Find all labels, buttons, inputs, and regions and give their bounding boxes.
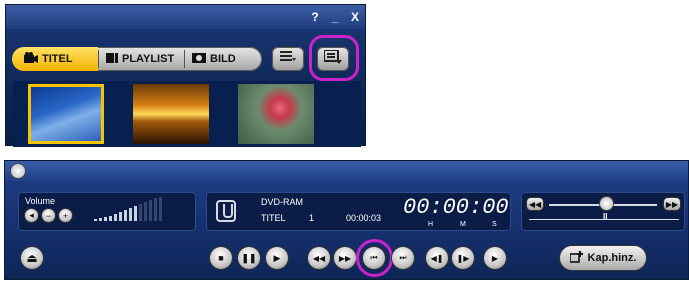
title-number: 1 [309, 213, 315, 223]
hours-label: H [428, 221, 434, 228]
seek-knob[interactable] [11, 164, 25, 178]
thumbnail-strip [13, 81, 361, 147]
slow-play-button[interactable]: ▶ [484, 247, 506, 269]
playback-controller: Volume ◂ − + DVD-RAM TITEL 1 00:00:03 00… [4, 160, 689, 280]
add-chapter-label: Kap.hinz. [587, 252, 637, 264]
pause-icon: ❚❚ [241, 252, 257, 263]
navigator-tabs: TITEL PLAYLIST BILD [12, 47, 262, 71]
tab-divider [98, 50, 99, 68]
next-chapter-button[interactable]: ⏭ [392, 247, 414, 269]
tab-bild[interactable]: BILD [186, 47, 262, 71]
minimize-button[interactable]: _ [326, 8, 344, 26]
picture-icon [192, 52, 206, 67]
stop-button[interactable]: ■ [210, 247, 232, 269]
menu-list-icon [280, 50, 296, 68]
thumbnail-3[interactable] [238, 84, 314, 144]
volume-panel: Volume ◂ − + [18, 192, 196, 231]
counter-time: 00:00:00 [403, 195, 509, 220]
step-forward-button[interactable]: ❚▶ [452, 247, 474, 269]
pause-mark: II [603, 212, 608, 221]
title-label: TITEL [261, 213, 286, 223]
edit-view-button[interactable] [317, 47, 349, 71]
pause-button[interactable]: ❚❚ [238, 247, 260, 269]
elapsed-time: 00:00:03 [346, 213, 382, 223]
fast-forward-icon: ▶▶ [665, 199, 679, 209]
add-chapter-icon [568, 250, 584, 266]
time-display: DVD-RAM TITEL 1 00:00:03 00:00:00 H M S [206, 192, 511, 231]
seconds-label: S [492, 221, 497, 228]
seek-bar[interactable] [5, 161, 688, 181]
volume-down-button[interactable]: − [42, 209, 55, 222]
step-back-icon: ◀❚ [430, 253, 444, 263]
speed-knob[interactable] [600, 197, 613, 210]
tab-divider [184, 50, 185, 68]
fast-forward-icon: ▶▶ [338, 253, 352, 263]
rewind-speed-button[interactable]: ◀◀ [527, 198, 543, 210]
forward-speed-button[interactable]: ▶▶ [664, 198, 680, 210]
navigator-title-bar: ? _ X [6, 5, 365, 29]
tab-titel[interactable]: TITEL [12, 47, 98, 71]
minutes-label: M [460, 221, 466, 228]
speed-panel: ◀◀ ▶▶ II [521, 192, 685, 231]
thumbnail-2[interactable] [133, 84, 209, 144]
disc-icon [216, 200, 236, 222]
play-button[interactable]: ▶ [266, 247, 288, 269]
eject-button[interactable]: ⏏ [21, 247, 43, 269]
thumbnail-1[interactable] [28, 84, 104, 144]
volume-label: Volume [25, 196, 56, 206]
eject-icon: ⏏ [26, 251, 38, 265]
step-back-button[interactable]: ◀❚ [426, 247, 448, 269]
rewind-icon: ◀◀ [528, 199, 542, 209]
rewind-icon: ◀◀ [312, 253, 326, 263]
playlist-icon [106, 52, 118, 67]
plus-icon: + [62, 210, 69, 221]
edit-view-icon [323, 48, 342, 69]
play-icon: ▶ [273, 252, 281, 263]
add-chapter-button[interactable]: Kap.hinz. [560, 246, 646, 270]
media-type: DVD-RAM [261, 197, 303, 207]
slow-play-icon: ▶ [491, 253, 499, 263]
skip-back-icon: ⏮ [370, 253, 378, 262]
tab-playlist-label: PLAYLIST [122, 53, 175, 65]
speaker-icon: ◂ [29, 210, 34, 220]
stop-icon: ■ [218, 253, 224, 263]
step-forward-icon: ❚▶ [456, 253, 470, 263]
fast-forward-button[interactable]: ▶▶ [334, 247, 356, 269]
skip-forward-icon: ⏭ [399, 253, 407, 262]
camera-icon [24, 51, 38, 67]
menu-list-button[interactable] [272, 47, 304, 71]
minus-icon: − [45, 210, 52, 221]
volume-meter [94, 197, 162, 221]
close-button[interactable]: X [346, 8, 364, 26]
volume-up-button[interactable]: + [59, 209, 72, 222]
previous-chapter-button[interactable]: ⏮ [363, 247, 385, 269]
help-button[interactable]: ? [306, 8, 324, 26]
navigator-window: ? _ X TITEL PLAYLIST BILD [5, 4, 366, 147]
rewind-button[interactable]: ◀◀ [308, 247, 330, 269]
tab-playlist[interactable]: PLAYLIST [100, 47, 186, 71]
mute-button[interactable]: ◂ [25, 209, 38, 222]
tab-titel-label: TITEL [42, 53, 73, 65]
tab-bild-label: BILD [210, 53, 236, 65]
